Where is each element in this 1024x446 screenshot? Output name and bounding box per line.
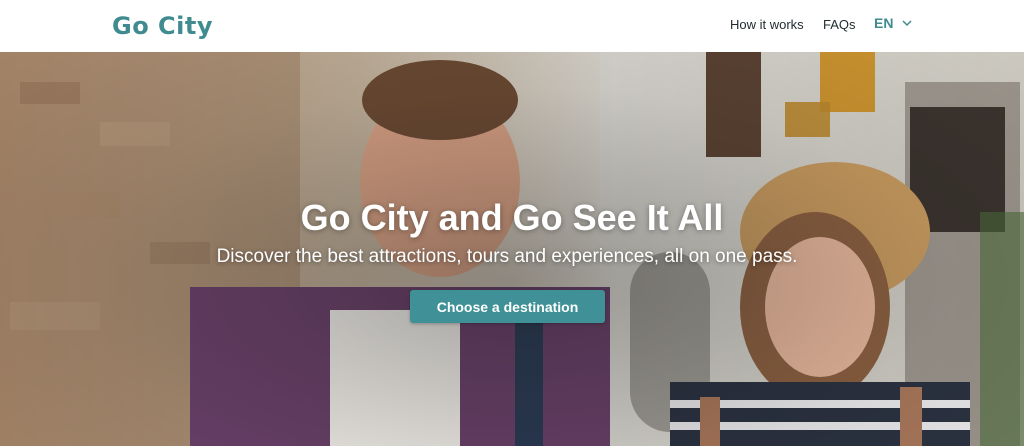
hero-section: Go City and Go See It All Discover the b… <box>0 52 1024 446</box>
nav-link-faqs[interactable]: FAQs <box>823 17 863 32</box>
hero-subheadline: Discover the best attractions, tours and… <box>216 246 798 267</box>
language-code: EN <box>874 15 894 31</box>
language-selector[interactable]: EN <box>874 15 913 31</box>
nav-link-how-it-works[interactable]: How it works <box>730 17 810 32</box>
top-navigation-bar: Go City How it works FAQs EN <box>0 0 1024 52</box>
chevron-down-icon <box>902 20 912 27</box>
choose-destination-button[interactable]: Choose a destination <box>410 290 605 323</box>
hero-headline: Go City and Go See It All <box>300 197 724 238</box>
go-city-logo[interactable]: Go City <box>112 11 213 41</box>
